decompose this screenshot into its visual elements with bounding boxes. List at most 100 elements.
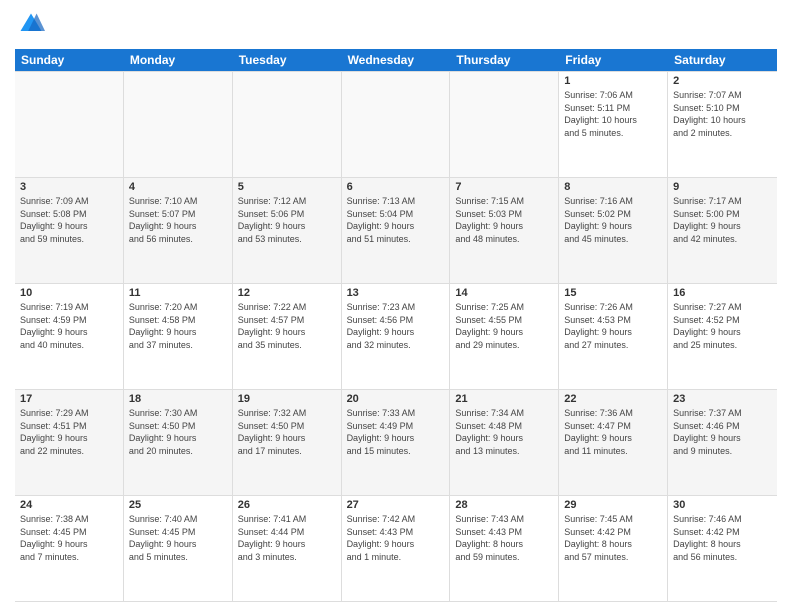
day-info: Sunrise: 7:19 AMSunset: 4:59 PMDaylight:… bbox=[20, 301, 118, 351]
header-day-sunday: Sunday bbox=[15, 49, 124, 71]
day-cell-3: 3 Sunrise: 7:09 AMSunset: 5:08 PMDaylight… bbox=[15, 178, 124, 283]
day-info: Sunrise: 7:26 AMSunset: 4:53 PMDaylight:… bbox=[564, 301, 662, 351]
day-info: Sunrise: 7:30 AMSunset: 4:50 PMDaylight:… bbox=[129, 407, 227, 457]
day-cell-2: 2 Sunrise: 7:07 AMSunset: 5:10 PMDaylight… bbox=[668, 72, 777, 177]
day-cell-17: 17 Sunrise: 7:29 AMSunset: 4:51 PMDayligh… bbox=[15, 390, 124, 495]
day-info: Sunrise: 7:42 AMSunset: 4:43 PMDaylight:… bbox=[347, 513, 445, 563]
day-number: 8 bbox=[564, 181, 662, 193]
day-cell-9: 9 Sunrise: 7:17 AMSunset: 5:00 PMDaylight… bbox=[668, 178, 777, 283]
day-number: 30 bbox=[673, 499, 772, 511]
day-cell-23: 23 Sunrise: 7:37 AMSunset: 4:46 PMDayligh… bbox=[668, 390, 777, 495]
week-row-3: 10 Sunrise: 7:19 AMSunset: 4:59 PMDayligh… bbox=[15, 284, 777, 390]
day-info: Sunrise: 7:43 AMSunset: 4:43 PMDaylight:… bbox=[455, 513, 553, 563]
day-cell-8: 8 Sunrise: 7:16 AMSunset: 5:02 PMDaylight… bbox=[559, 178, 668, 283]
day-number: 23 bbox=[673, 393, 772, 405]
day-cell-18: 18 Sunrise: 7:30 AMSunset: 4:50 PMDayligh… bbox=[124, 390, 233, 495]
day-number: 5 bbox=[238, 181, 336, 193]
calendar-header: SundayMondayTuesdayWednesdayThursdayFrid… bbox=[15, 49, 777, 71]
header-day-saturday: Saturday bbox=[668, 49, 777, 71]
empty-cell bbox=[15, 72, 124, 177]
page: SundayMondayTuesdayWednesdayThursdayFrid… bbox=[0, 0, 792, 612]
day-info: Sunrise: 7:09 AMSunset: 5:08 PMDaylight:… bbox=[20, 195, 118, 245]
day-cell-4: 4 Sunrise: 7:10 AMSunset: 5:07 PMDaylight… bbox=[124, 178, 233, 283]
day-info: Sunrise: 7:12 AMSunset: 5:06 PMDaylight:… bbox=[238, 195, 336, 245]
day-info: Sunrise: 7:36 AMSunset: 4:47 PMDaylight:… bbox=[564, 407, 662, 457]
day-number: 7 bbox=[455, 181, 553, 193]
day-number: 29 bbox=[564, 499, 662, 511]
day-cell-16: 16Sunrise: 7:27 AMSunset: 4:52 PMDayligh… bbox=[668, 284, 777, 389]
day-info: Sunrise: 7:22 AMSunset: 4:57 PMDaylight:… bbox=[238, 301, 336, 351]
day-number: 22 bbox=[564, 393, 662, 405]
header-day-monday: Monday bbox=[124, 49, 233, 71]
day-number: 2 bbox=[673, 75, 772, 87]
day-number: 14 bbox=[455, 287, 553, 299]
day-info: Sunrise: 7:10 AMSunset: 5:07 PMDaylight:… bbox=[129, 195, 227, 245]
header-day-friday: Friday bbox=[559, 49, 668, 71]
day-number: 10 bbox=[20, 287, 118, 299]
day-number: 21 bbox=[455, 393, 553, 405]
day-number: 11 bbox=[129, 287, 227, 299]
day-number: 18 bbox=[129, 393, 227, 405]
day-info: Sunrise: 7:07 AMSunset: 5:10 PMDaylight:… bbox=[673, 89, 772, 139]
empty-cell bbox=[233, 72, 342, 177]
calendar: SundayMondayTuesdayWednesdayThursdayFrid… bbox=[15, 49, 777, 602]
day-info: Sunrise: 7:40 AMSunset: 4:45 PMDaylight:… bbox=[129, 513, 227, 563]
day-number: 12 bbox=[238, 287, 336, 299]
week-row-2: 3 Sunrise: 7:09 AMSunset: 5:08 PMDaylight… bbox=[15, 178, 777, 284]
day-cell-14: 14 Sunrise: 7:25 AMSunset: 4:55 PMDayligh… bbox=[450, 284, 559, 389]
day-cell-25: 25Sunrise: 7:40 AMSunset: 4:45 PMDayligh… bbox=[124, 496, 233, 601]
header-day-thursday: Thursday bbox=[450, 49, 559, 71]
day-number: 26 bbox=[238, 499, 336, 511]
day-info: Sunrise: 7:16 AMSunset: 5:02 PMDaylight:… bbox=[564, 195, 662, 245]
header-day-tuesday: Tuesday bbox=[233, 49, 342, 71]
day-info: Sunrise: 7:20 AMSunset: 4:58 PMDaylight:… bbox=[129, 301, 227, 351]
logo-icon bbox=[17, 10, 45, 38]
day-cell-20: 20Sunrise: 7:33 AMSunset: 4:49 PMDayligh… bbox=[342, 390, 451, 495]
day-number: 27 bbox=[347, 499, 445, 511]
header-day-wednesday: Wednesday bbox=[342, 49, 451, 71]
day-cell-1: 1 Sunrise: 7:06 AMSunset: 5:11 PMDaylight… bbox=[559, 72, 668, 177]
day-info: Sunrise: 7:13 AMSunset: 5:04 PMDaylight:… bbox=[347, 195, 445, 245]
day-cell-13: 13 Sunrise: 7:23 AMSunset: 4:56 PMDayligh… bbox=[342, 284, 451, 389]
day-info: Sunrise: 7:38 AMSunset: 4:45 PMDaylight:… bbox=[20, 513, 118, 563]
day-info: Sunrise: 7:27 AMSunset: 4:52 PMDaylight:… bbox=[673, 301, 772, 351]
day-number: 1 bbox=[564, 75, 662, 87]
logo bbox=[15, 10, 45, 43]
empty-cell bbox=[124, 72, 233, 177]
day-info: Sunrise: 7:41 AMSunset: 4:44 PMDaylight:… bbox=[238, 513, 336, 563]
day-cell-21: 21 Sunrise: 7:34 AMSunset: 4:48 PMDayligh… bbox=[450, 390, 559, 495]
day-cell-15: 15Sunrise: 7:26 AMSunset: 4:53 PMDayligh… bbox=[559, 284, 668, 389]
week-row-5: 24Sunrise: 7:38 AMSunset: 4:45 PMDayligh… bbox=[15, 496, 777, 602]
day-cell-30: 30Sunrise: 7:46 AMSunset: 4:42 PMDayligh… bbox=[668, 496, 777, 601]
header bbox=[15, 10, 777, 43]
day-cell-22: 22 Sunrise: 7:36 AMSunset: 4:47 PMDayligh… bbox=[559, 390, 668, 495]
day-cell-6: 6Sunrise: 7:13 AMSunset: 5:04 PMDaylight… bbox=[342, 178, 451, 283]
day-info: Sunrise: 7:25 AMSunset: 4:55 PMDaylight:… bbox=[455, 301, 553, 351]
day-cell-5: 5 Sunrise: 7:12 AMSunset: 5:06 PMDaylight… bbox=[233, 178, 342, 283]
calendar-body: 1 Sunrise: 7:06 AMSunset: 5:11 PMDaylight… bbox=[15, 71, 777, 602]
day-info: Sunrise: 7:17 AMSunset: 5:00 PMDaylight:… bbox=[673, 195, 772, 245]
day-number: 19 bbox=[238, 393, 336, 405]
day-info: Sunrise: 7:34 AMSunset: 4:48 PMDaylight:… bbox=[455, 407, 553, 457]
day-cell-11: 11 Sunrise: 7:20 AMSunset: 4:58 PMDayligh… bbox=[124, 284, 233, 389]
day-cell-12: 12 Sunrise: 7:22 AMSunset: 4:57 PMDayligh… bbox=[233, 284, 342, 389]
day-number: 4 bbox=[129, 181, 227, 193]
day-info: Sunrise: 7:15 AMSunset: 5:03 PMDaylight:… bbox=[455, 195, 553, 245]
day-info: Sunrise: 7:45 AMSunset: 4:42 PMDaylight:… bbox=[564, 513, 662, 563]
week-row-1: 1 Sunrise: 7:06 AMSunset: 5:11 PMDaylight… bbox=[15, 71, 777, 178]
day-number: 3 bbox=[20, 181, 118, 193]
day-number: 9 bbox=[673, 181, 772, 193]
day-info: Sunrise: 7:37 AMSunset: 4:46 PMDaylight:… bbox=[673, 407, 772, 457]
week-row-4: 17 Sunrise: 7:29 AMSunset: 4:51 PMDayligh… bbox=[15, 390, 777, 496]
day-cell-29: 29 Sunrise: 7:45 AMSunset: 4:42 PMDayligh… bbox=[559, 496, 668, 601]
day-number: 13 bbox=[347, 287, 445, 299]
day-info: Sunrise: 7:33 AMSunset: 4:49 PMDaylight:… bbox=[347, 407, 445, 457]
day-number: 17 bbox=[20, 393, 118, 405]
day-info: Sunrise: 7:06 AMSunset: 5:11 PMDaylight:… bbox=[564, 89, 662, 139]
day-info: Sunrise: 7:29 AMSunset: 4:51 PMDaylight:… bbox=[20, 407, 118, 457]
empty-cell bbox=[450, 72, 559, 177]
day-cell-24: 24Sunrise: 7:38 AMSunset: 4:45 PMDayligh… bbox=[15, 496, 124, 601]
day-info: Sunrise: 7:23 AMSunset: 4:56 PMDaylight:… bbox=[347, 301, 445, 351]
day-cell-26: 26 Sunrise: 7:41 AMSunset: 4:44 PMDayligh… bbox=[233, 496, 342, 601]
day-cell-28: 28Sunrise: 7:43 AMSunset: 4:43 PMDayligh… bbox=[450, 496, 559, 601]
